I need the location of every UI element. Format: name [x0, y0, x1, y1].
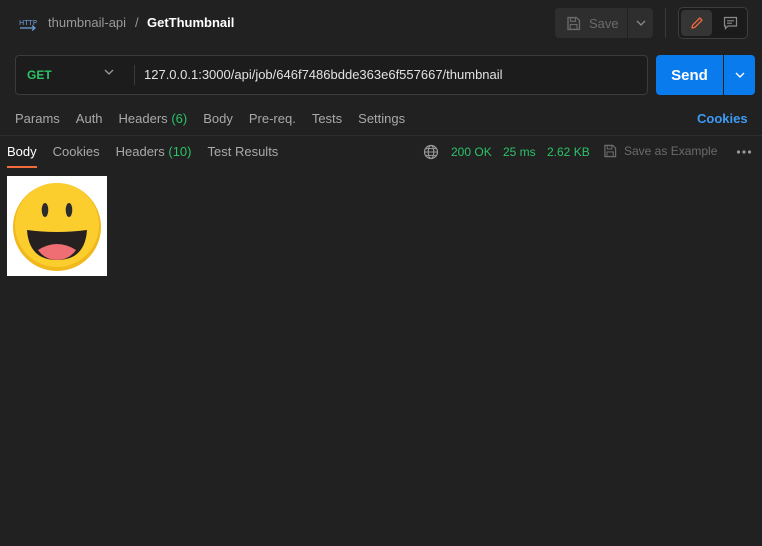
send-button[interactable]: Send [656, 55, 723, 95]
response-time[interactable]: 25 ms [503, 145, 536, 159]
response-tabs: Body Cookies Headers (10) Test Results [7, 144, 278, 168]
save-as-example-label: Save as Example [624, 144, 718, 158]
chevron-down-icon [735, 72, 744, 78]
response-tab-headers[interactable]: Headers (10) [116, 144, 192, 168]
tab-headers-label: Headers [118, 111, 168, 126]
http-request-icon: HTTP [19, 19, 37, 31]
globe-icon[interactable] [423, 144, 439, 160]
response-headers-count: (10) [168, 144, 192, 159]
chevron-down-icon [636, 20, 645, 26]
tab-tests[interactable]: Tests [312, 111, 342, 127]
floppy-disk-icon [567, 16, 581, 30]
response-tab-headers-label: Headers [115, 144, 165, 159]
tab-settings[interactable]: Settings [358, 111, 405, 127]
toolbar-divider [665, 8, 666, 38]
response-image-preview [7, 176, 107, 276]
response-size[interactable]: 2.62 KB [547, 145, 590, 159]
tab-body[interactable]: Body [203, 111, 233, 127]
tab-params[interactable]: Params [15, 111, 60, 127]
pencil-icon [690, 17, 703, 29]
cookies-link[interactable]: Cookies [697, 111, 748, 126]
floppy-disk-icon [604, 144, 617, 158]
tab-auth[interactable]: Auth [76, 111, 103, 127]
url-input[interactable]: 127.0.0.1:3000/api/job/646f7486bdde363e6… [144, 67, 503, 82]
section-divider [0, 135, 762, 136]
documentation-button[interactable] [715, 10, 746, 36]
headers-count: (6) [171, 111, 188, 126]
send-options-button[interactable] [724, 55, 755, 95]
method-selector[interactable]: GET [27, 68, 52, 82]
comment-icon [723, 16, 738, 30]
response-tab-body[interactable]: Body [7, 144, 37, 168]
response-tab-cookies[interactable]: Cookies [53, 144, 100, 168]
response-status[interactable]: 200 OK [451, 145, 492, 159]
edit-mode-button[interactable] [681, 10, 712, 36]
save-label: Save [589, 15, 619, 31]
request-header: HTTP thumbnail-api / GetThumbnail Save [0, 0, 762, 46]
response-tab-test-results[interactable]: Test Results [208, 144, 279, 168]
view-mode-toggle [678, 7, 748, 39]
save-options-button[interactable] [628, 8, 653, 38]
request-tabs: Params Auth Headers (6) Body Pre-req. Te… [15, 111, 405, 127]
svg-text:HTTP: HTTP [19, 19, 37, 27]
request-title[interactable]: GetThumbnail [147, 15, 234, 30]
chevron-down-icon[interactable] [104, 69, 114, 75]
save-as-example-button[interactable]: Save as Example [603, 144, 717, 158]
url-divider [134, 65, 135, 85]
ellipsis-icon[interactable] [736, 150, 752, 154]
save-button[interactable]: Save [555, 8, 627, 38]
url-bar: GET 127.0.0.1:3000/api/job/646f7486bdde3… [15, 55, 648, 95]
breadcrumb-collection[interactable]: thumbnail-api [48, 15, 126, 30]
smiley-face-image [13, 183, 101, 271]
breadcrumb-separator: / [135, 15, 139, 30]
tab-prerequest[interactable]: Pre-req. [249, 111, 296, 127]
tab-headers[interactable]: Headers (6) [119, 111, 188, 127]
